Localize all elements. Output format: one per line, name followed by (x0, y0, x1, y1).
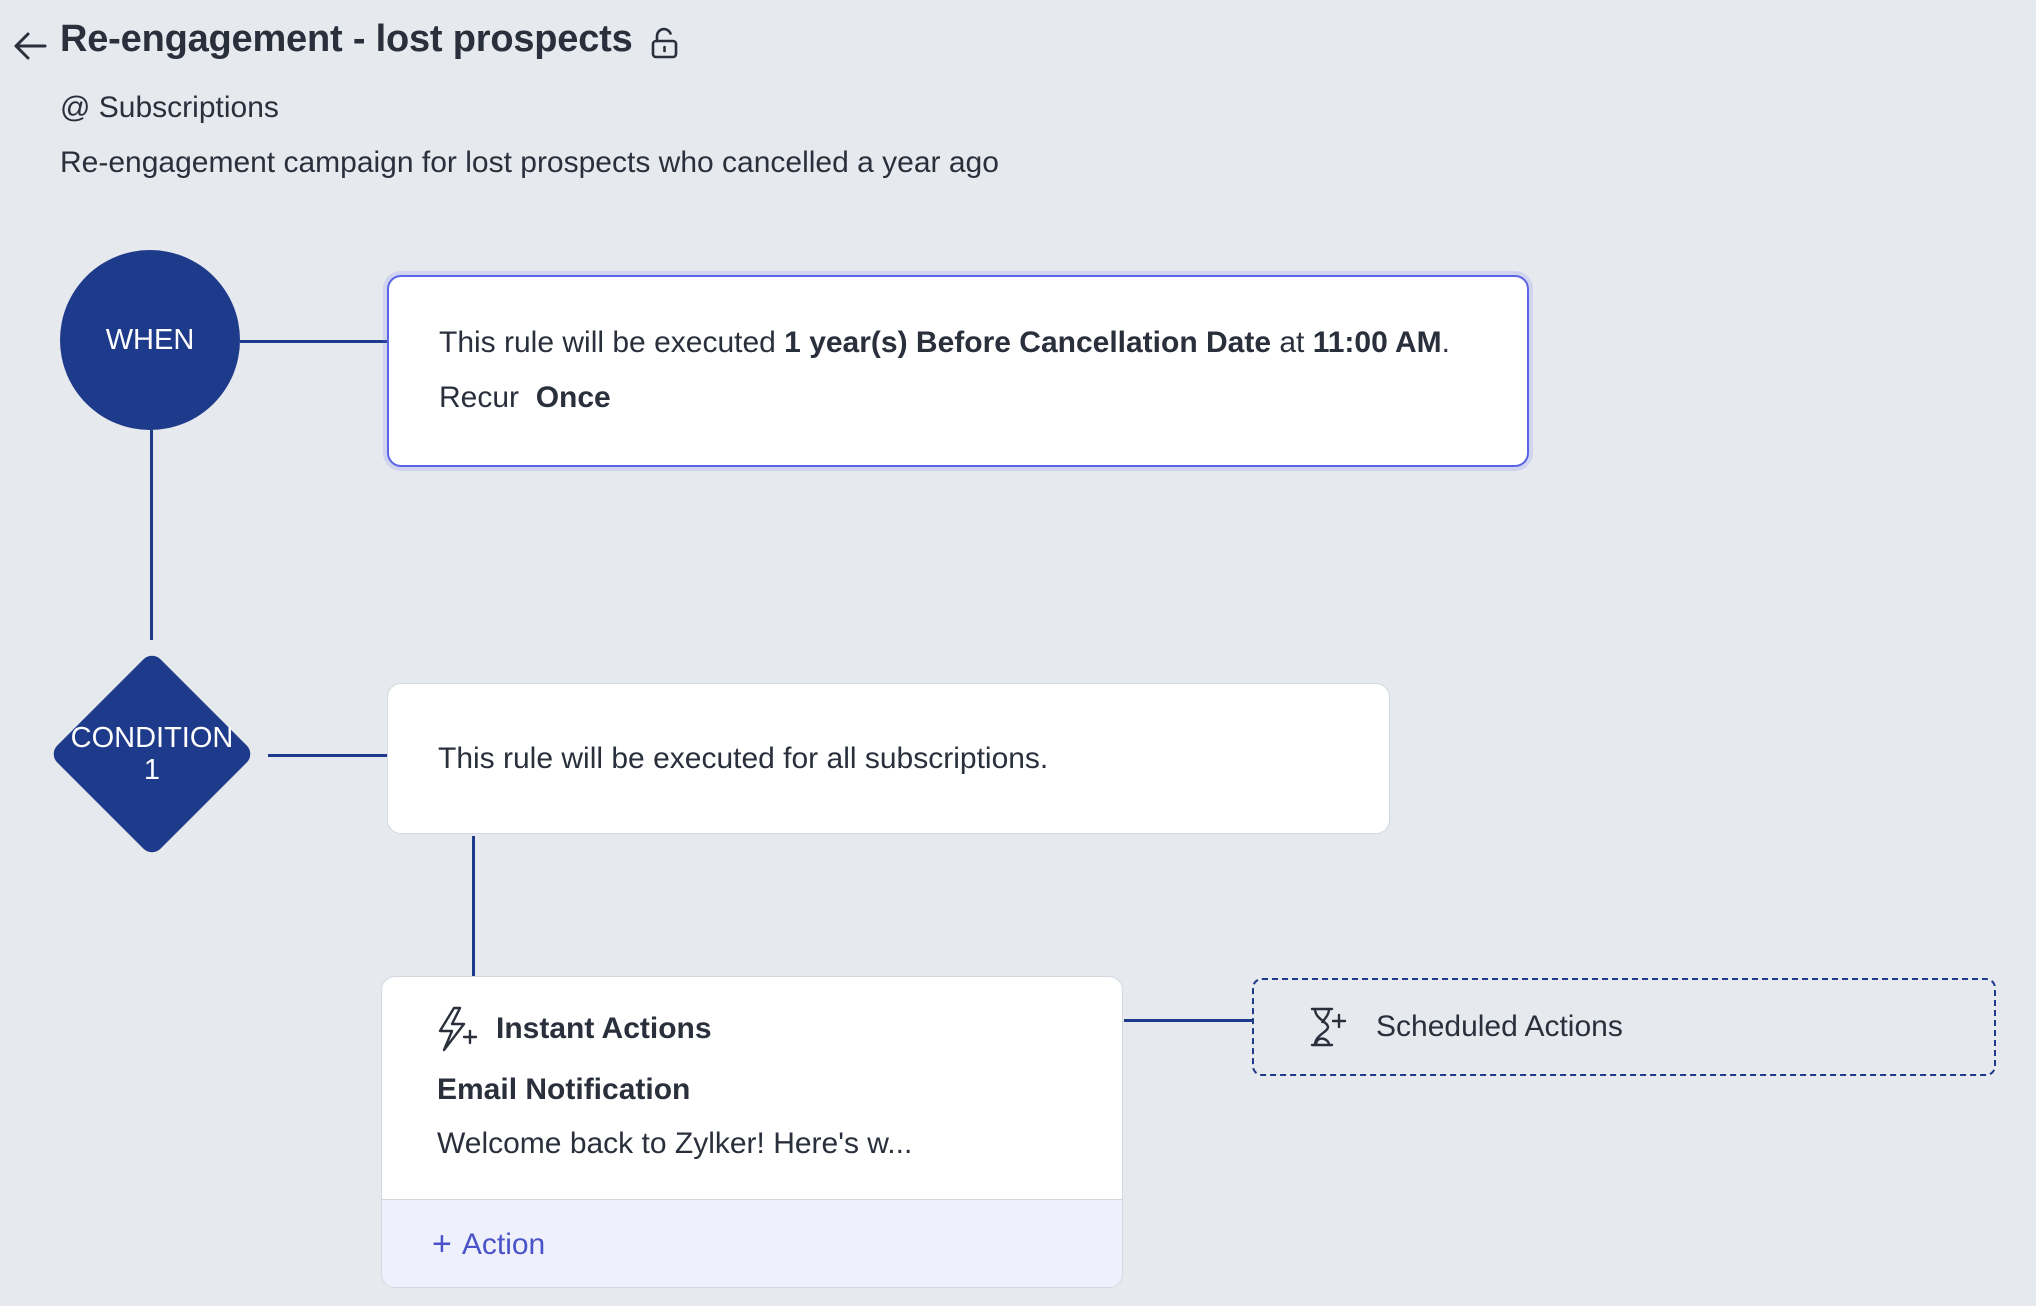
page-title: Re-engagement - lost prospects (60, 18, 633, 60)
condition-label-line1: CONDITION (70, 722, 234, 754)
arrow-left-icon (14, 32, 47, 60)
add-action-button[interactable]: + Action (382, 1199, 1122, 1287)
scheduled-actions-button[interactable]: Scheduled Actions (1252, 978, 1996, 1076)
condition-card[interactable]: This rule will be executed for all subsc… (387, 683, 1390, 834)
when-label: WHEN (105, 323, 195, 356)
condition-label: CONDITION 1 (32, 636, 272, 872)
scheduled-actions-label: Scheduled Actions (1376, 1010, 1623, 1043)
rule-prefix: This rule will be executed (439, 326, 785, 359)
recur-line: Recur Once (439, 380, 1477, 416)
connector-when-card (240, 340, 387, 343)
connector-actions-scheduled (1124, 1019, 1252, 1022)
rule-time: 11:00 AM (1312, 326, 1442, 359)
recur-value: Once (535, 381, 611, 414)
unlock-icon[interactable] (648, 26, 682, 60)
action-summary[interactable]: Welcome back to Zylker! Here's w... (437, 1127, 912, 1161)
instant-actions-header: Instant Actions (432, 1005, 712, 1053)
instant-actions-card[interactable]: Instant Actions Email Notification Welco… (381, 976, 1123, 1288)
module-label: @ Subscriptions (60, 91, 279, 124)
plus-icon: + (432, 1225, 452, 1263)
back-button[interactable] (10, 26, 50, 66)
condition-label-line2: 1 (143, 754, 161, 786)
condition-text: This rule will be executed for all subsc… (438, 741, 1049, 775)
instant-actions-title: Instant Actions (496, 1012, 712, 1045)
connector-when-condition (150, 430, 153, 640)
action-type[interactable]: Email Notification (437, 1073, 690, 1107)
rule-at: at (1271, 326, 1313, 359)
connector-condition-actions (472, 836, 475, 976)
add-action-label: Action (461, 1227, 546, 1261)
lightning-plus-icon (438, 1006, 478, 1052)
rule-timing: 1 year(s) Before Cancellation Date (784, 326, 1272, 359)
hourglass-plus-icon (1310, 1007, 1347, 1047)
connector-condition-card (268, 754, 387, 757)
rule-end: . (1441, 326, 1451, 359)
rule-description: Re-engagement campaign for lost prospect… (60, 146, 999, 179)
when-node[interactable]: WHEN (60, 250, 240, 430)
condition-node[interactable]: CONDITION 1 (32, 636, 272, 872)
rule-timing-line: This rule will be executed 1 year(s) Bef… (439, 325, 1477, 361)
when-rule-card[interactable]: This rule will be executed 1 year(s) Bef… (387, 275, 1529, 467)
recur-label: Recur (439, 381, 520, 414)
